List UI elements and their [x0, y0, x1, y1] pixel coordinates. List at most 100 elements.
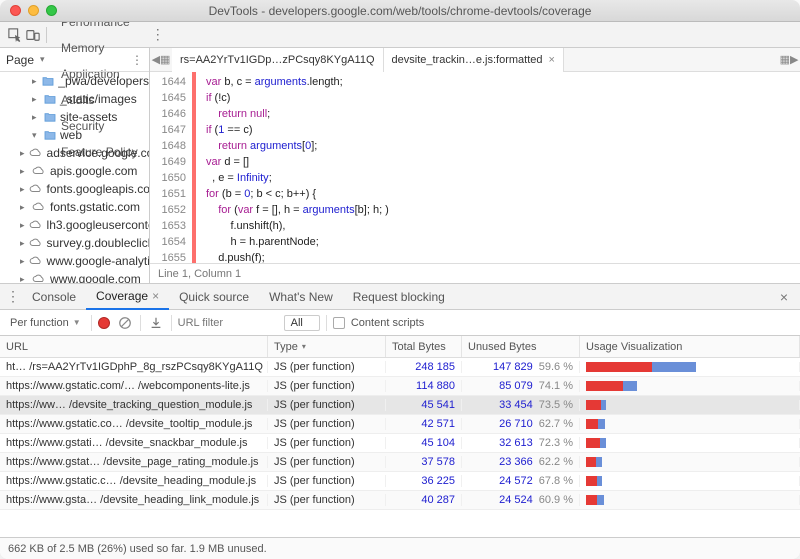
tree-item[interactable]: ▸fonts.googleapis.co — [0, 180, 149, 198]
titlebar: DevTools - developers.google.com/web/too… — [0, 0, 800, 22]
table-row[interactable]: https://www.gsta… /devsite_heading_link_… — [0, 491, 800, 510]
show-navigator-icon[interactable]: ◀▦ — [150, 53, 172, 66]
tree-item[interactable]: ▸ www.google.com — [0, 270, 149, 283]
cell-type: JS (per function) — [268, 494, 386, 506]
table-row[interactable]: https://www.gstat… /devsite_page_rating_… — [0, 453, 800, 472]
cell-viz — [580, 381, 800, 391]
navigator-sidebar: Page ▾ ⋮ ▸_pwa/developers▸_static/images… — [0, 48, 150, 283]
cell-url: https://www.gstatic.c… /devsite_heading_… — [0, 475, 268, 487]
tree-item[interactable]: ▸survey.g.doubleclick — [0, 234, 149, 252]
col-viz[interactable]: Usage Visualization — [580, 336, 800, 357]
disclosure-icon: ▸ — [20, 184, 25, 195]
col-type[interactable]: Type — [268, 336, 386, 357]
cell-viz — [580, 362, 800, 372]
cloud-icon — [29, 148, 43, 158]
col-total[interactable]: Total Bytes — [386, 336, 462, 357]
inspect-element-icon[interactable] — [6, 26, 24, 44]
close-tab-icon[interactable]: × — [549, 54, 555, 66]
cloud-icon — [32, 274, 46, 283]
close-drawer-icon[interactable]: × — [772, 289, 796, 305]
table-row[interactable]: https://ww… /devsite_tracking_question_m… — [0, 396, 800, 415]
cell-type: JS (per function) — [268, 361, 386, 373]
url-filter-input[interactable] — [178, 317, 278, 329]
sources-panel: Page ▾ ⋮ ▸_pwa/developers▸_static/images… — [0, 48, 800, 284]
more-tools-icon[interactable]: ⋮ — [148, 26, 168, 43]
coverage-granularity-label: Per function — [10, 317, 69, 329]
tree-item-label: www.google.com — [50, 272, 141, 283]
tree-item[interactable]: ▸apis.google.com — [0, 162, 149, 180]
cell-url: ht… /rs=AA2YrTv1IGDphP_8g_rszPCsqy8KYgA1… — [0, 361, 268, 373]
drawer-menu-icon[interactable]: ⋮ — [4, 288, 22, 305]
table-row[interactable]: https://www.gstati… /devsite_snackbar_mo… — [0, 434, 800, 453]
more-options-icon[interactable]: ⋮ — [131, 53, 143, 67]
cloud-icon — [32, 166, 46, 176]
drawer-tab-label: Coverage — [96, 289, 148, 303]
drawer-tab-label: Request blocking — [353, 290, 445, 304]
editor-tab[interactable]: devsite_trackin…e.js:formatted× — [384, 48, 564, 72]
cell-url: https://www.gstat… /devsite_page_rating_… — [0, 456, 268, 468]
cell-viz — [580, 476, 800, 486]
cloud-icon — [29, 220, 43, 230]
type-filter-select[interactable]: All — [284, 315, 320, 331]
drawer: ⋮ Console Coverage × Quick source What's New… — [0, 284, 800, 559]
cell-total: 248 185 — [386, 361, 462, 373]
drawer-tab-label: What's New — [269, 290, 333, 304]
cell-type: JS (per function) — [268, 456, 386, 468]
device-toolbar-icon[interactable] — [24, 26, 42, 44]
file-tree[interactable]: ▸_pwa/developers▸_static/images▸site-ass… — [0, 72, 149, 283]
folder-icon — [42, 76, 54, 86]
drawer-tab-what-s-new[interactable]: What's New — [259, 284, 343, 310]
tree-item[interactable]: ▸_pwa/developers — [0, 72, 149, 90]
cloud-icon — [29, 238, 43, 248]
folder-icon — [44, 94, 56, 104]
disclosure-icon: ▸ — [20, 202, 28, 213]
export-button[interactable] — [147, 314, 165, 332]
table-row[interactable]: https://www.gstatic.c… /devsite_heading_… — [0, 472, 800, 491]
clear-button[interactable] — [116, 314, 134, 332]
drawer-tab-console[interactable]: Console — [22, 284, 86, 310]
tree-item[interactable]: ▸www.google-analytic — [0, 252, 149, 270]
coverage-granularity-select[interactable]: Per function ▼ — [6, 317, 85, 329]
cell-total: 45 104 — [386, 437, 462, 449]
tree-item[interactable]: ▸adservice.google.co — [0, 144, 149, 162]
drawer-tab-quick-source[interactable]: Quick source — [169, 284, 259, 310]
content-scripts-checkbox[interactable] — [333, 317, 345, 329]
disclosure-icon: ▸ — [20, 274, 28, 284]
disclosure-icon: ▸ — [20, 238, 25, 249]
tree-item[interactable]: ▾web — [0, 126, 149, 144]
col-url[interactable]: URL — [0, 336, 268, 357]
cell-unused: 26 71062.7 % — [462, 418, 580, 430]
tree-item-label: _pwa/developers — [58, 74, 149, 88]
editor-tab[interactable]: rs=AA2YrTv1IGDp…zPCsqy8KYgA11Q — [172, 48, 384, 72]
navigator-label: Page — [6, 53, 34, 67]
table-row[interactable]: https://www.gstatic.co… /devsite_tooltip… — [0, 415, 800, 434]
disclosure-icon: ▸ — [20, 256, 25, 267]
chevron-down-icon: ▾ — [40, 54, 45, 65]
record-button[interactable] — [98, 317, 110, 329]
cell-total: 45 541 — [386, 399, 462, 411]
folder-icon — [44, 130, 56, 140]
cell-unused: 24 52460.9 % — [462, 494, 580, 506]
tree-item[interactable]: ▸fonts.gstatic.com — [0, 198, 149, 216]
drawer-tab-request-blocking[interactable]: Request blocking — [343, 284, 455, 310]
coverage-table[interactable]: URL Type Total Bytes Unused Bytes Usage … — [0, 336, 800, 537]
tree-item[interactable]: ▸_static/images — [0, 90, 149, 108]
drawer-tab-coverage[interactable]: Coverage × — [86, 284, 169, 310]
tree-item[interactable]: ▸site-assets — [0, 108, 149, 126]
cell-url: https://www.gsta… /devsite_heading_link_… — [0, 494, 268, 506]
show-debugger-icon[interactable]: ▦▶ — [778, 53, 800, 66]
disclosure-icon: ▸ — [32, 94, 40, 105]
navigator-selector[interactable]: Page ▾ ⋮ — [0, 48, 149, 72]
table-row[interactable]: ht… /rs=AA2YrTv1IGDphP_8g_rszPCsqy8KYgA1… — [0, 358, 800, 377]
close-tab-icon[interactable]: × — [152, 289, 159, 303]
tree-item[interactable]: ▸lh3.googleuserconte — [0, 216, 149, 234]
code-body[interactable]: var b, c = arguments.length; if (!c) ret… — [196, 72, 800, 263]
table-row[interactable]: https://www.gstatic.com/… /webcomponents… — [0, 377, 800, 396]
window-title: DevTools - developers.google.com/web/too… — [0, 4, 800, 18]
code-editor[interactable]: 1644 1645 1646 1647 1648 1649 1650 1651 … — [150, 72, 800, 263]
col-unused[interactable]: Unused Bytes — [462, 336, 580, 357]
editor-status: Line 1, Column 1 — [150, 263, 800, 283]
cursor-position: Line 1, Column 1 — [158, 268, 241, 280]
cell-url: https://www.gstati… /devsite_snackbar_mo… — [0, 437, 268, 449]
disclosure-icon: ▸ — [32, 112, 40, 123]
